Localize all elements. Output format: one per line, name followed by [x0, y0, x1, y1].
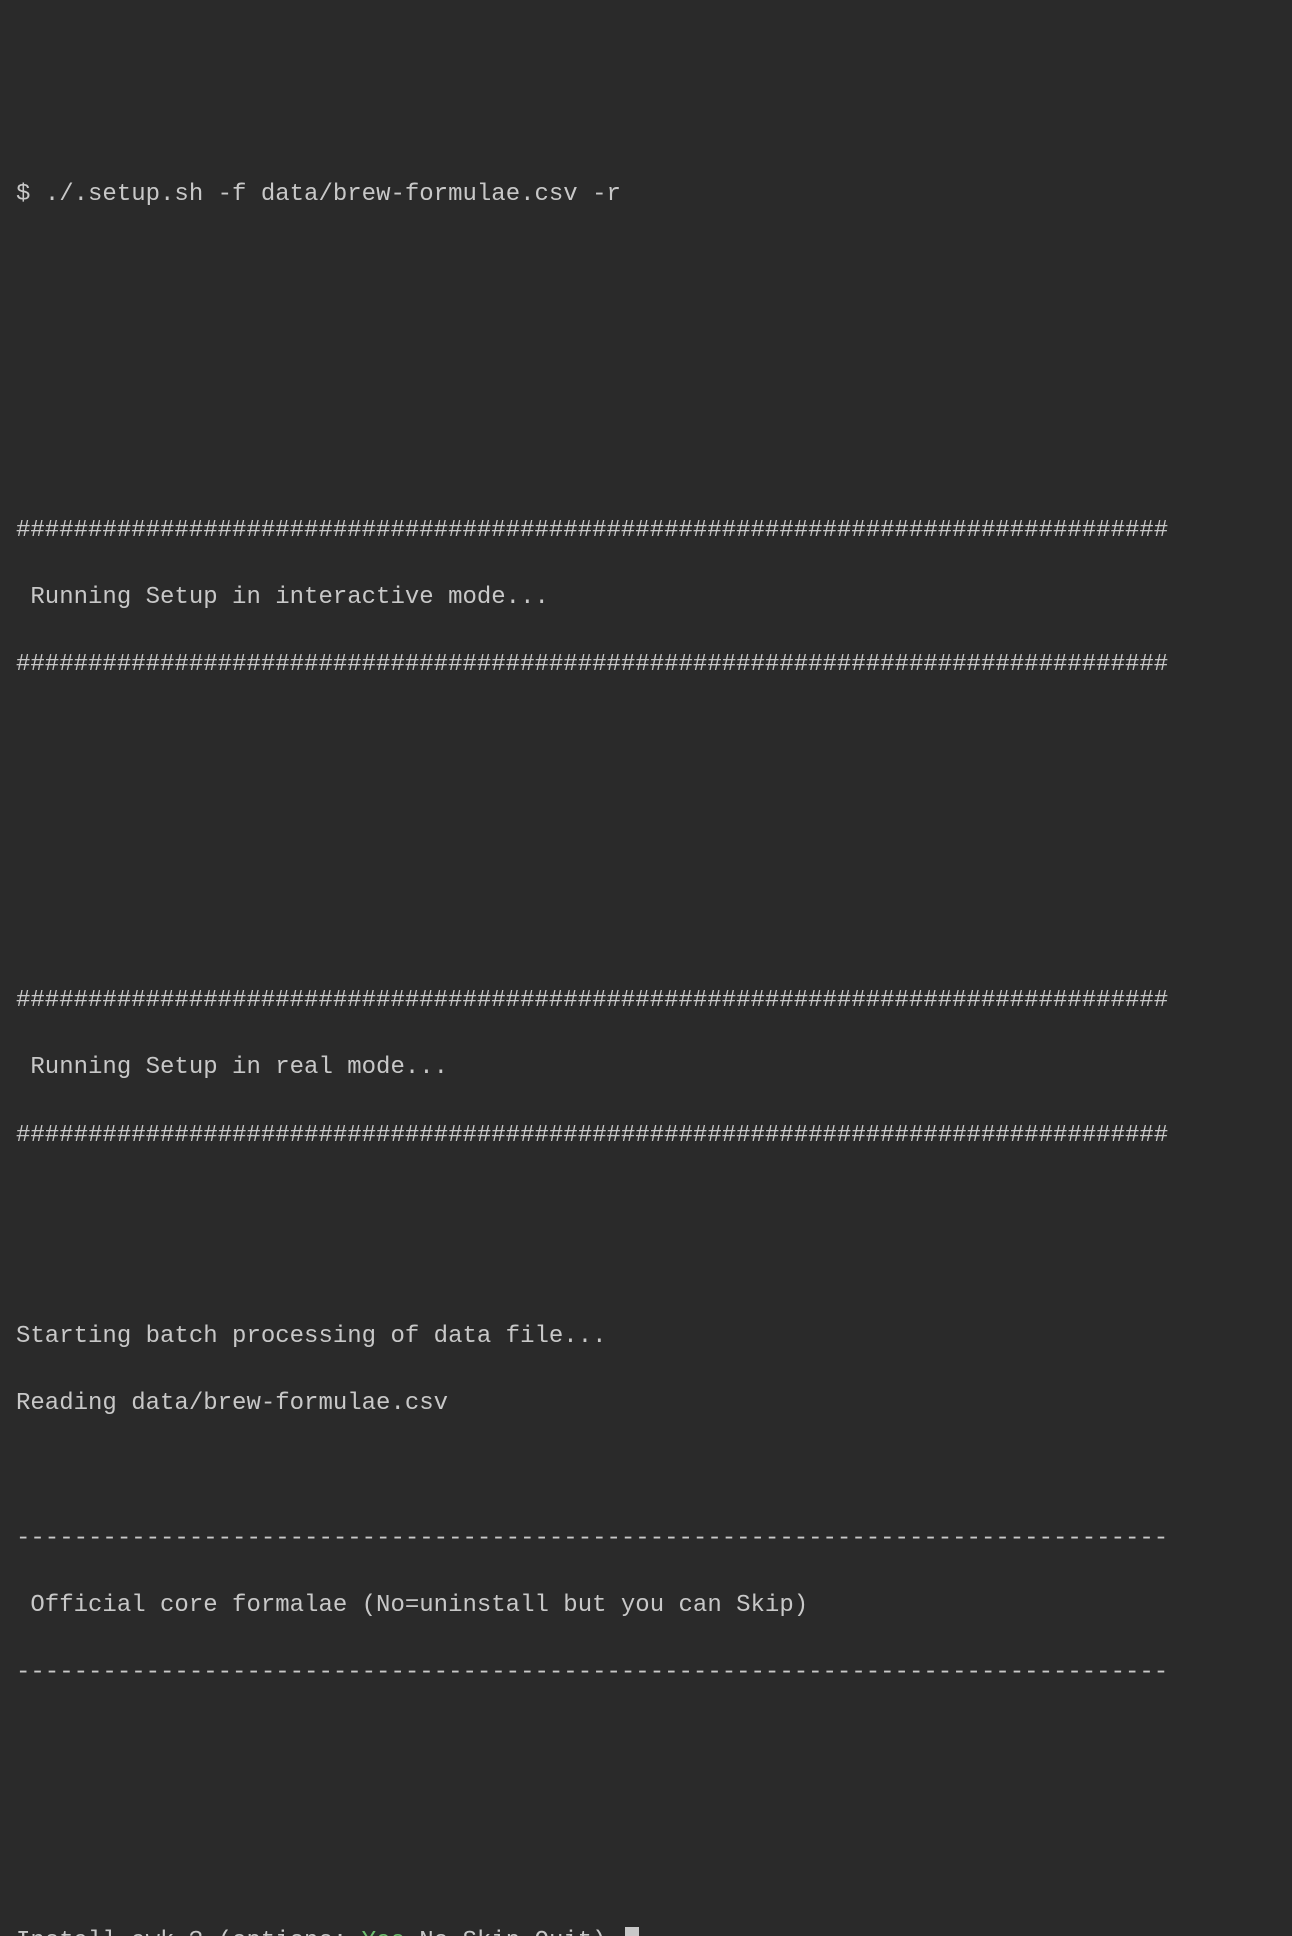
banner-message: Running Setup in interactive mode... [16, 581, 1276, 615]
terminal-output: $ ./.setup.sh -f data/brew-formulae.csv … [16, 144, 1276, 1936]
status-line: Reading data/brew-formulae.csv [16, 1387, 1276, 1421]
cursor-icon [625, 1927, 639, 1936]
section-title: Official core formalae (No=uninstall but… [16, 1589, 1276, 1623]
install-prompt[interactable]: Install awk ? (options: Yes No Skip Quit… [16, 1925, 1276, 1936]
prompt-prefix: Install awk ? (options: [16, 1928, 362, 1936]
option-yes[interactable]: Yes [362, 1928, 405, 1936]
shell-prompt: $ [16, 181, 45, 208]
hash-divider: ########################################… [16, 1119, 1276, 1153]
command-line: $ ./.setup.sh -f data/brew-formulae.csv … [16, 178, 1276, 212]
status-line: Starting batch processing of data file..… [16, 1320, 1276, 1354]
option-no[interactable]: No [419, 1928, 448, 1936]
option-quit[interactable]: Quit [535, 1928, 593, 1936]
prompt-suffix: ) [592, 1928, 621, 1936]
option-skip[interactable]: Skip [463, 1928, 521, 1936]
hash-divider: ########################################… [16, 984, 1276, 1018]
hash-divider: ########################################… [16, 648, 1276, 682]
command-text: ./.setup.sh -f data/brew-formulae.csv -r [45, 181, 621, 208]
banner-message: Running Setup in real mode... [16, 1051, 1276, 1085]
dash-divider: ----------------------------------------… [16, 1522, 1276, 1556]
dash-divider: ----------------------------------------… [16, 1656, 1276, 1690]
hash-divider: ########################################… [16, 514, 1276, 548]
